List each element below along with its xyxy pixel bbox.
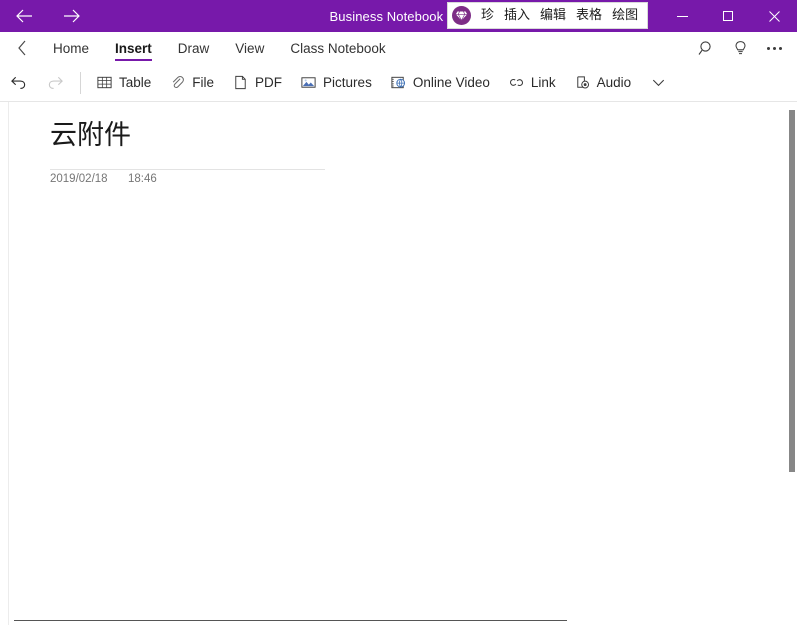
ime-item-3[interactable]: 表格 (571, 9, 607, 22)
maximize-icon (723, 11, 733, 21)
tab-view[interactable]: View (222, 32, 277, 64)
insert-pictures-label: Pictures (323, 75, 372, 90)
insert-online-video-label: Online Video (412, 75, 490, 90)
ime-item-0[interactable]: 珍 (476, 9, 499, 22)
page-bottom-divider (14, 620, 567, 621)
ribbon-actions (689, 32, 791, 64)
redo-icon (48, 76, 63, 90)
diamond-gem-icon[interactable] (452, 6, 471, 25)
vertical-scrollbar[interactable] (786, 102, 797, 625)
insert-pictures-button[interactable]: Pictures (291, 64, 381, 102)
page-date: 2019/02/18 (50, 173, 108, 185)
ribbon-back-button[interactable] (4, 32, 40, 64)
insert-table-button[interactable]: Table (87, 64, 160, 102)
maximize-button[interactable] (705, 0, 751, 32)
forward-button[interactable] (48, 0, 96, 32)
tab-home[interactable]: Home (40, 32, 102, 64)
ime-item-4[interactable]: 绘图 (607, 9, 643, 22)
undo-button[interactable] (0, 64, 37, 102)
insert-table-label: Table (119, 75, 152, 90)
insert-pdf-label: PDF (255, 75, 283, 90)
tab-insert[interactable]: Insert (102, 32, 165, 64)
page-time: 18:46 (128, 173, 157, 185)
table-icon (97, 76, 112, 89)
chevron-down-icon (653, 79, 665, 87)
insert-link-label: Link (530, 75, 556, 90)
chevron-left-icon (18, 40, 26, 56)
tab-class-notebook[interactable]: Class Notebook (277, 32, 398, 64)
page-title[interactable]: 云附件 (50, 120, 131, 151)
minimize-icon (676, 15, 688, 17)
insert-pdf-button[interactable]: PDF (223, 64, 291, 102)
tell-me-button[interactable] (723, 32, 757, 64)
search-button[interactable] (689, 32, 723, 64)
insert-file-label: File (192, 75, 215, 90)
ime-language-bar[interactable]: 珍 插入 编辑 表格 绘图 (447, 2, 648, 29)
close-button[interactable] (751, 0, 797, 32)
more-options-icon (766, 46, 782, 50)
page-title-divider (50, 169, 325, 170)
window-controls (659, 0, 797, 32)
pictures-icon (301, 77, 316, 88)
ime-item-2[interactable]: 编辑 (535, 9, 571, 22)
insert-online-video-button[interactable]: Online Video (381, 64, 499, 102)
link-icon (509, 78, 523, 87)
ime-item-1[interactable]: 插入 (499, 9, 535, 22)
insert-toolbar: Table File PDF Pictures Online Video Lin… (0, 64, 797, 102)
pdf-page-icon (235, 75, 246, 90)
lightbulb-icon (734, 40, 746, 54)
paperclip-icon (173, 75, 185, 89)
canvas-left-divider (8, 102, 9, 625)
insert-audio-label: Audio (596, 75, 632, 90)
audio-icon (576, 76, 589, 89)
title-bar: Business Notebook » N (0, 0, 797, 32)
online-video-icon (391, 76, 405, 89)
toolbar-separator (80, 71, 81, 94)
insert-file-button[interactable]: File (160, 64, 223, 102)
undo-icon (11, 76, 26, 90)
more-options-button[interactable] (757, 32, 791, 64)
onenote-window: Business Notebook » N 珍 插入 编辑 表格 绘图 Home… (0, 0, 797, 625)
close-icon (768, 10, 780, 22)
minimize-button[interactable] (659, 0, 705, 32)
insert-link-button[interactable]: Link (499, 64, 565, 102)
note-page-canvas[interactable]: 云附件 2019/02/18 18:46 (0, 102, 797, 625)
toolbar-overflow-button[interactable] (640, 64, 677, 102)
redo-button[interactable] (37, 64, 74, 102)
search-icon (698, 40, 711, 55)
tab-draw[interactable]: Draw (165, 32, 223, 64)
ribbon-tab-bar: Home Insert Draw View Class Notebook (0, 32, 797, 64)
insert-audio-button[interactable]: Audio (565, 64, 641, 102)
page-timestamp: 2019/02/18 18:46 (50, 173, 157, 185)
back-button[interactable] (0, 0, 48, 32)
vertical-scrollbar-thumb[interactable] (789, 110, 795, 472)
